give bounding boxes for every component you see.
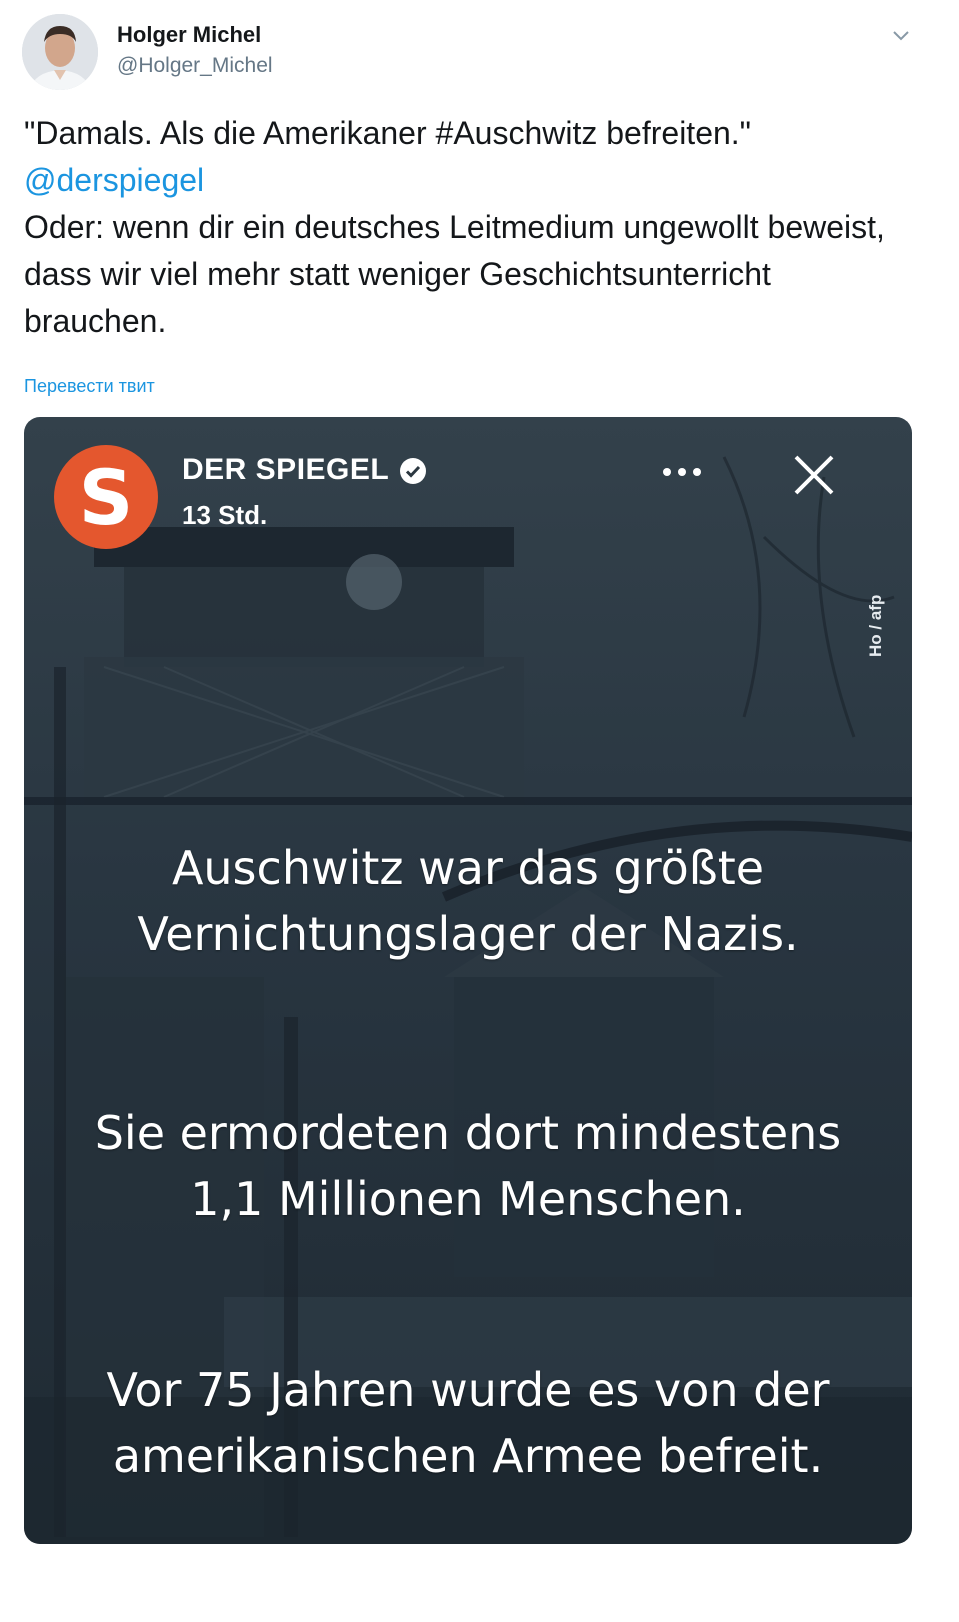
chevron-down-icon[interactable] xyxy=(890,24,912,46)
tweet-quote: "Damals. Als die Amerikaner #Auschwitz b… xyxy=(24,115,752,151)
source-timestamp: 13 Std. xyxy=(182,500,268,530)
verified-badge-icon xyxy=(400,458,426,484)
avatar[interactable] xyxy=(22,14,98,90)
overlay-line: Vor 75 Jahren wurde es von der xyxy=(106,1363,830,1417)
tweet-text: "Damals. Als die Amerikaner #Auschwitz b… xyxy=(24,110,914,345)
spiegel-logo: S xyxy=(54,445,158,549)
mention-link[interactable]: @derspiegel xyxy=(24,157,914,204)
overlay-line: Sie ermordeten dort mindestens xyxy=(94,1106,842,1160)
photo-credit: Ho / afp xyxy=(866,594,885,657)
close-icon xyxy=(794,455,834,495)
overlay-paragraph-3: Vor 75 Jahren wurde es von der amerikani… xyxy=(24,1357,912,1489)
translate-tweet-link[interactable]: Перевести твит xyxy=(24,376,155,397)
author-handle[interactable]: @Holger_Michel xyxy=(117,54,273,78)
overlay-line: amerikanischen Armee befreit. xyxy=(112,1429,824,1483)
overlay-line: Vernichtungslager der Nazis. xyxy=(137,907,799,961)
source-name: DER SPIEGEL xyxy=(182,453,390,486)
avatar-photo xyxy=(22,14,98,90)
author-name[interactable]: Holger Michel xyxy=(117,22,261,48)
overlay-line: 1,1 Millionen Menschen. xyxy=(190,1172,746,1226)
more-options-icon xyxy=(663,468,701,476)
overlay-paragraph-1: Auschwitz war das größte Vernichtungslag… xyxy=(24,835,912,967)
tweet-media[interactable]: S DER SPIEGEL 13 Std. Ho / afp Auschwitz… xyxy=(24,417,912,1544)
overlay-paragraph-2: Sie ermordeten dort mindestens 1,1 Milli… xyxy=(24,1100,912,1232)
overlay-line: Auschwitz war das größte xyxy=(171,841,765,895)
tweet-body: Oder: wenn dir ein deutsches Leitmedium … xyxy=(24,209,885,339)
